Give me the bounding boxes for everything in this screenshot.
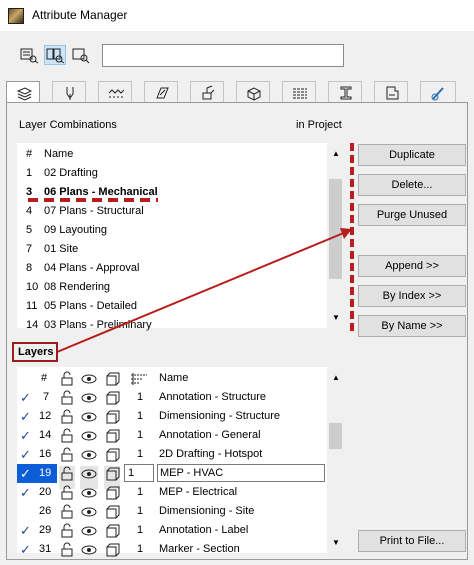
layer-name[interactable]: Annotation - Structure: [159, 388, 266, 407]
layer-name[interactable]: Dimensioning - Structure: [159, 407, 280, 426]
layers-list[interactable]: # Name ✓ 7 1 Annotation - Structure ✓ 12 1 Dime…: [17, 367, 344, 557]
layers-scroll-up-icon[interactable]: ▲: [332, 373, 340, 382]
layer-row[interactable]: ✓ 7 1 Annotation - Structure: [17, 388, 327, 407]
layer-number: 16: [39, 448, 52, 460]
layer-name[interactable]: Annotation - Label: [159, 521, 248, 540]
visibility-checkmark-icon[interactable]: ✓: [20, 388, 31, 407]
intersection-group-value[interactable]: 1: [137, 407, 143, 426]
layers-label: Layers: [18, 346, 54, 358]
layer-name[interactable]: MEP - Electrical: [159, 483, 237, 502]
layer-row[interactable]: ✓ 19 1 MEP - HVAC: [17, 464, 327, 489]
wireframe-icon[interactable]: [104, 542, 120, 565]
layer-row[interactable]: ✓ 20 1 MEP - Electrical: [17, 483, 327, 502]
layers-scrollbar[interactable]: ▲ ▼: [327, 367, 344, 553]
visibility-checkmark-icon[interactable]: ✓: [20, 521, 31, 540]
layer-name[interactable]: Marker - Section: [159, 540, 240, 559]
layers-col-name-header: Name: [159, 372, 189, 384]
visibility-checkmark-icon[interactable]: ✓: [20, 426, 31, 445]
layer-row[interactable]: 26 1 Dimensioning - Site: [17, 502, 327, 521]
layer-name[interactable]: Dimensioning - Site: [159, 502, 254, 521]
layer-name[interactable]: MEP - HVAC: [157, 464, 325, 482]
layers-scroll-down-icon[interactable]: ▼: [332, 538, 340, 547]
layer-row[interactable]: ✓ 12 1 Dimensioning - Structure: [17, 407, 327, 426]
layer-number: 19: [39, 467, 52, 479]
intersection-group-value[interactable]: 1: [137, 502, 143, 521]
layer-number: 12: [39, 410, 52, 422]
layer-number: 7: [43, 391, 50, 403]
intersection-group-value[interactable]: 1: [124, 464, 154, 482]
lock-icon[interactable]: [59, 542, 75, 565]
layers-col-number-header: #: [41, 372, 48, 384]
layers-label-box: Layers: [12, 342, 58, 362]
intersection-group-value[interactable]: 1: [137, 521, 143, 540]
print-to-file-button[interactable]: Print to File...: [358, 530, 466, 552]
visibility-checkmark-icon[interactable]: ✓: [20, 445, 31, 464]
layers-scroll-thumb[interactable]: [329, 423, 342, 449]
intersection-group-value[interactable]: 1: [137, 445, 143, 464]
layer-row[interactable]: ✓ 31 1 Marker - Section: [17, 540, 327, 559]
eye-icon[interactable]: [80, 542, 98, 565]
layer-number: 31: [39, 543, 52, 555]
layer-number: 20: [39, 486, 52, 498]
layer-number: 29: [39, 524, 52, 536]
layer-number: 26: [39, 505, 52, 517]
intersection-group-value[interactable]: 1: [137, 540, 143, 559]
visibility-checkmark-icon[interactable]: ✓: [20, 483, 31, 502]
layer-name[interactable]: 2D Drafting - Hotspot: [159, 445, 262, 464]
layer-row[interactable]: ✓ 16 1 2D Drafting - Hotspot: [17, 445, 327, 464]
intersection-group-value[interactable]: 1: [137, 388, 143, 407]
layer-row[interactable]: ✓ 29 1 Annotation - Label: [17, 521, 327, 540]
visibility-checkmark-icon[interactable]: ✓: [20, 407, 31, 426]
intersection-group-value[interactable]: 1: [137, 483, 143, 502]
intersection-group-value[interactable]: 1: [137, 426, 143, 445]
visibility-checkmark-icon[interactable]: ✓: [20, 464, 31, 483]
layer-row[interactable]: ✓ 14 1 Annotation - General: [17, 426, 327, 445]
layer-number: 14: [39, 429, 52, 441]
layer-name[interactable]: Annotation - General: [159, 426, 261, 445]
visibility-checkmark-icon[interactable]: ✓: [20, 540, 31, 559]
